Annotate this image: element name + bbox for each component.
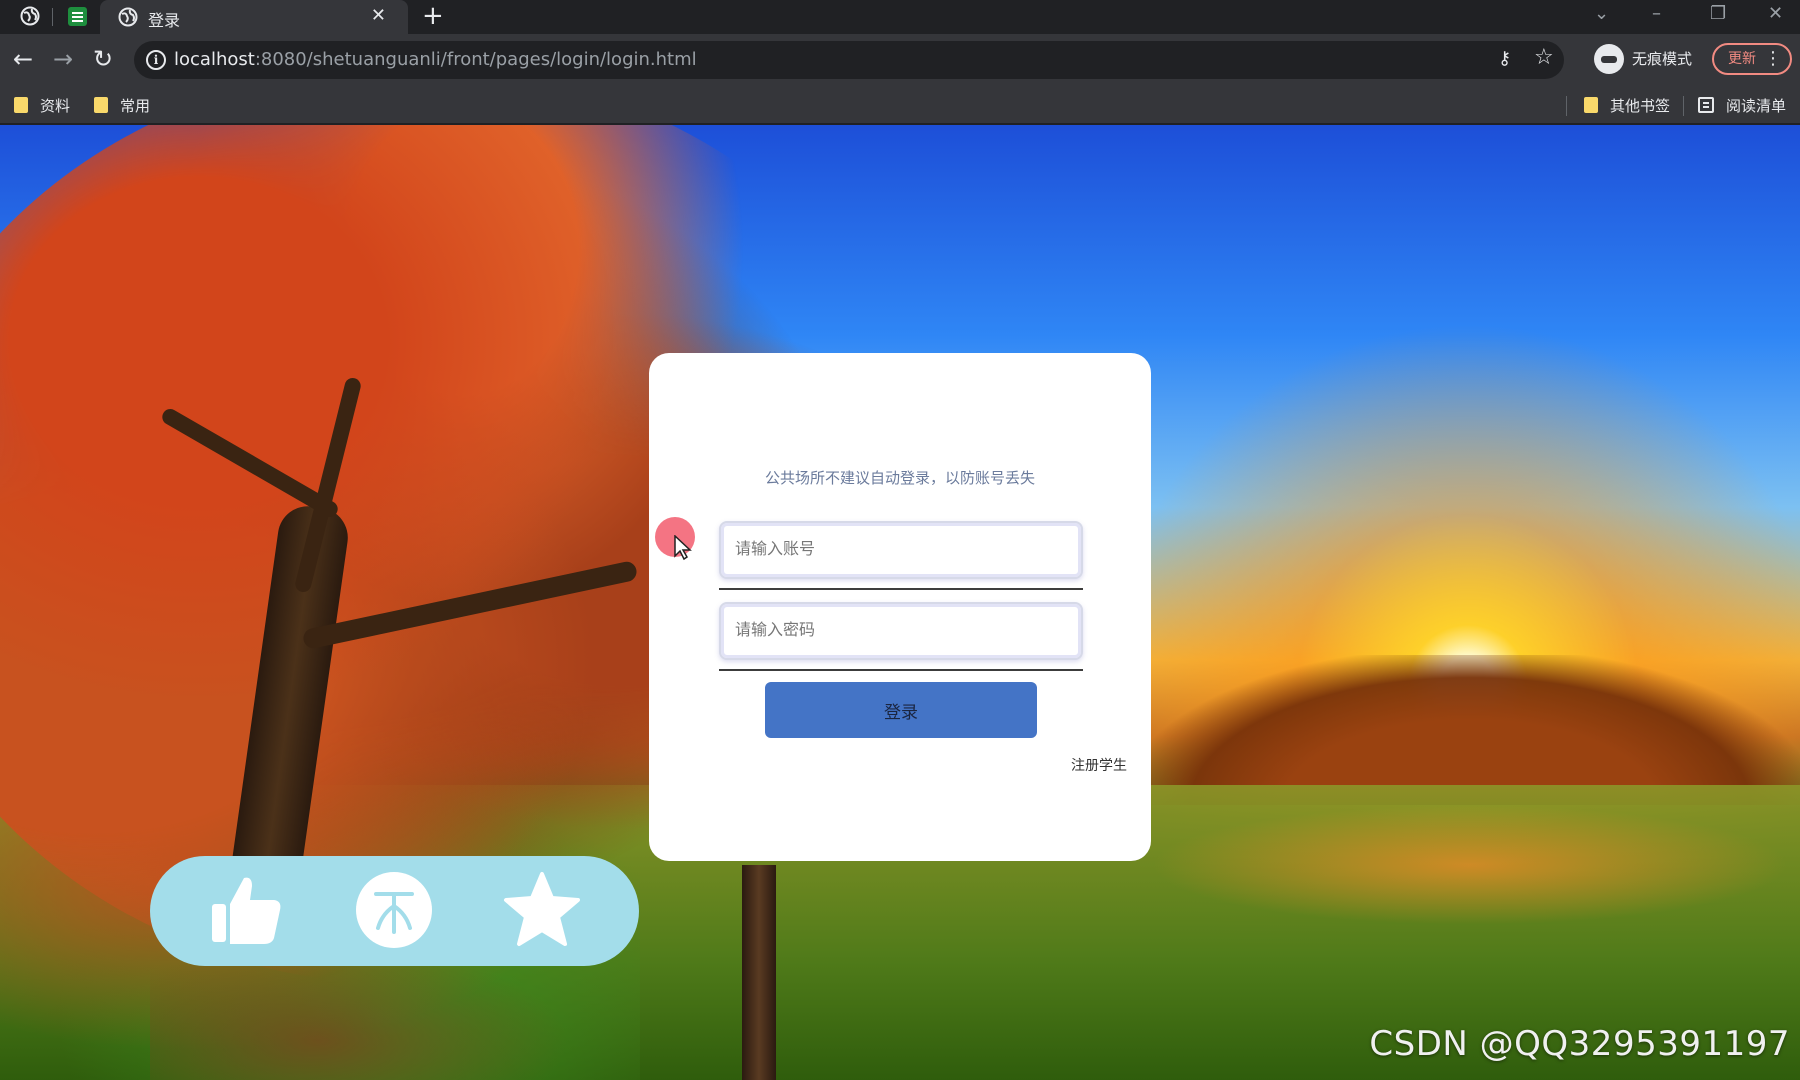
background-fence-post (742, 865, 776, 1080)
bookmark-folder[interactable]: 常用 (94, 95, 150, 116)
bookmark-divider (1566, 96, 1567, 116)
coin-icon[interactable] (354, 870, 434, 950)
browser-toolbar: ← → ↻ i localhost:8080/shetuanguanli/fro… (0, 34, 1800, 86)
thumbs-up-icon[interactable] (206, 870, 286, 950)
address-bar[interactable]: i localhost:8080/shetuanguanli/front/pag… (134, 41, 1564, 79)
password-input[interactable] (719, 602, 1083, 660)
background-treeline (1140, 655, 1800, 805)
app-tab-icon[interactable] (68, 7, 87, 26)
close-icon[interactable]: ✕ (371, 5, 386, 26)
minimize-icon[interactable]: – (1652, 3, 1661, 24)
folder-icon (1584, 97, 1598, 113)
bookmark-folder[interactable]: 资料 (14, 95, 70, 116)
watermark: CSDN @QQ3295391197 (1369, 1024, 1790, 1064)
star-icon[interactable] (502, 870, 582, 950)
url-text[interactable]: localhost:8080/shetuanguanli/front/pages… (174, 49, 697, 70)
chevron-down-icon[interactable]: ⌄ (1594, 3, 1609, 24)
other-bookmarks-label: 其他书签 (1610, 97, 1671, 115)
background-sunglow (1150, 805, 1790, 925)
update-label: 更新 (1728, 51, 1756, 67)
password-underline (719, 669, 1083, 671)
tab-strip: 登录 ✕ + ⌄ – ❐ ✕ (0, 0, 1800, 34)
incognito-label: 无痕模式 (1632, 50, 1693, 68)
bookmark-label: 常用 (120, 97, 151, 115)
folder-icon (94, 97, 108, 113)
username-input[interactable] (719, 521, 1083, 579)
login-button[interactable]: 登录 (765, 682, 1037, 738)
mouse-pointer-icon (674, 535, 692, 561)
url-host: localhost (174, 49, 255, 70)
forward-icon[interactable]: → (48, 44, 78, 74)
login-card: 公共场所不建议自动登录，以防账号丢失 登录 注册学生 (649, 353, 1151, 861)
tab-divider (52, 8, 53, 26)
update-button[interactable]: 更新 ⋮ (1712, 43, 1792, 75)
window-close-icon[interactable]: ✕ (1768, 3, 1783, 24)
info-icon[interactable]: i (146, 50, 166, 70)
incognito-icon[interactable] (1594, 44, 1624, 74)
username-underline (719, 588, 1083, 590)
other-bookmarks[interactable]: 其他书签 (1584, 95, 1670, 116)
register-link[interactable]: 注册学生 (1071, 755, 1127, 775)
back-icon[interactable]: ← (8, 44, 38, 74)
reading-list[interactable]: 阅读清单 (1698, 95, 1786, 116)
more-menu-icon[interactable]: ⋮ (1764, 45, 1782, 73)
reading-list-icon (1698, 97, 1714, 113)
globe-icon (118, 7, 138, 27)
action-bar (150, 856, 639, 966)
new-tab-icon[interactable]: + (422, 1, 444, 31)
bookmark-label: 资料 (40, 97, 71, 115)
reload-icon[interactable]: ↻ (88, 44, 118, 74)
folder-icon (14, 97, 28, 113)
login-page: 公共场所不建议自动登录，以防账号丢失 登录 注册学生 CSDN @QQ32953… (0, 125, 1800, 1080)
tab-login[interactable]: 登录 ✕ (100, 0, 408, 34)
reading-list-label: 阅读清单 (1726, 97, 1787, 115)
bookmarks-bar: 资料 常用 其他书签 阅读清单 (0, 86, 1800, 124)
bookmark-star-icon[interactable]: ☆ (1534, 45, 1554, 70)
tab-title: 登录 (148, 11, 181, 30)
url-path: :8080/shetuanguanli/front/pages/login/lo… (254, 49, 697, 70)
key-icon[interactable]: ⚷ (1498, 48, 1511, 69)
login-tip: 公共场所不建议自动登录，以防账号丢失 (764, 469, 1035, 487)
globe-icon[interactable] (20, 6, 40, 26)
bookmark-divider (1683, 96, 1684, 116)
restore-icon[interactable]: ❐ (1710, 3, 1726, 24)
